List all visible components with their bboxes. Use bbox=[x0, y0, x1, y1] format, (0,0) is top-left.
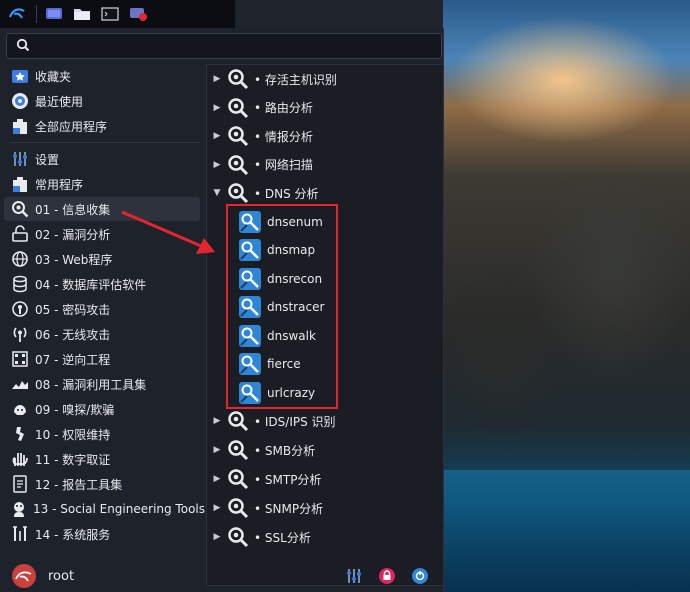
annotation-arrow-icon bbox=[121, 210, 215, 254]
